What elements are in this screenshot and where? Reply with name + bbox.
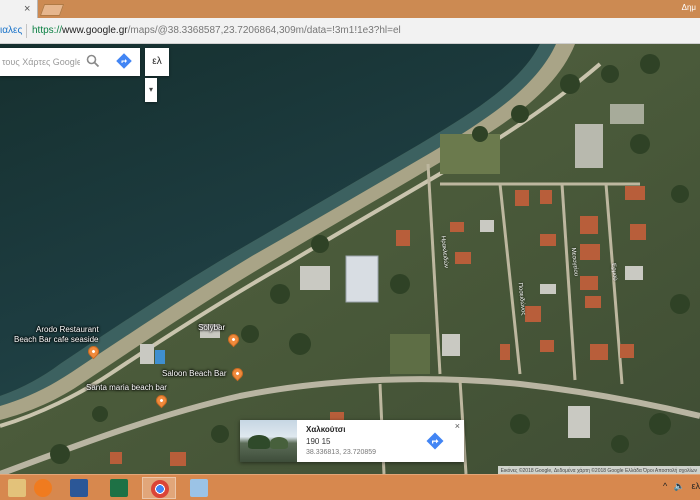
language-button[interactable]: ελ (145, 48, 169, 76)
taskbar-word[interactable] (62, 477, 96, 499)
taskbar-paint[interactable] (182, 477, 216, 499)
system-tray: ^ 🔈 ελ (659, 481, 700, 492)
postal-code: 190 15 (306, 437, 331, 446)
antivirus-icon (34, 479, 52, 497)
directions-icon[interactable] (426, 432, 444, 450)
url-path: /maps/@38.3368587,23.7206864,309m/data=!… (127, 25, 401, 36)
poi-label[interactable]: Beach Bar cafe seaside (14, 335, 99, 344)
field-4 (390, 334, 430, 374)
field-2 (610, 104, 644, 124)
taskbar-chrome[interactable] (142, 477, 176, 499)
chrome-icon (151, 480, 169, 498)
search-icon[interactable] (86, 54, 100, 68)
tab-strip: × Δημ (0, 0, 700, 18)
location-info-card[interactable]: Χαλκούτσι 190 15 38.336813, 23.720859 × (240, 420, 464, 462)
excel-icon (110, 479, 128, 497)
street-view-thumbnail[interactable] (240, 420, 297, 462)
poi-label[interactable]: Solybar (198, 323, 225, 332)
taskbar: ^ 🔈 ελ (0, 474, 700, 500)
toolbar-divider (26, 24, 27, 38)
thumbnail-tree (270, 437, 288, 449)
url-scheme: https:// (32, 25, 63, 36)
taskbar-excel[interactable] (102, 477, 136, 499)
bookmark-label[interactable]: ιαλες (0, 25, 22, 36)
search-input[interactable] (2, 54, 80, 70)
chevron-down-icon[interactable]: ▾ (145, 78, 157, 102)
input-language[interactable]: ελ (691, 481, 700, 491)
coordinates: 38.336813, 23.720859 (306, 449, 377, 456)
address-bar[interactable]: https://www.google.gr/maps/@38.3368587,2… (32, 25, 401, 36)
field-1 (575, 124, 603, 168)
screen: × Δημ ιαλες https://www.google.gr/maps/@… (0, 0, 700, 500)
satellite-map[interactable]: Ηρακλειδών Ποσειδώνος Μεσογείου Ερμού (0, 44, 700, 474)
pool (155, 350, 165, 364)
hotel-building (345, 255, 379, 303)
new-tab-button[interactable] (39, 4, 65, 16)
field-3 (440, 134, 500, 174)
word-icon (70, 479, 88, 497)
paint-icon (190, 479, 208, 497)
poi-label[interactable]: Saloon Beach Bar (162, 369, 227, 378)
tray-chevron-icon[interactable]: ^ (663, 481, 667, 491)
browser-toolbar: ιαλες https://www.google.gr/maps/@38.336… (0, 18, 700, 44)
directions-icon[interactable] (116, 53, 132, 69)
taskbar-avast[interactable] (26, 477, 60, 499)
search-box (0, 48, 140, 76)
place-title[interactable]: Χαλκούτσι (306, 425, 345, 434)
satellite-imagery (0, 44, 700, 474)
thumbnail-tree (248, 435, 270, 449)
window-title-label: Δημ (681, 3, 696, 12)
active-tab[interactable]: × (0, 0, 38, 18)
close-icon[interactable]: × (455, 421, 460, 431)
tab-close-icon[interactable]: × (24, 3, 30, 15)
volume-icon[interactable]: 🔈 (674, 481, 685, 491)
url-host: www.google.gr (62, 25, 128, 36)
poi-label[interactable]: Arodo Restaurant (36, 325, 99, 334)
folder-icon (8, 479, 26, 497)
poi-label[interactable]: Santa maria beach bar (86, 383, 167, 392)
